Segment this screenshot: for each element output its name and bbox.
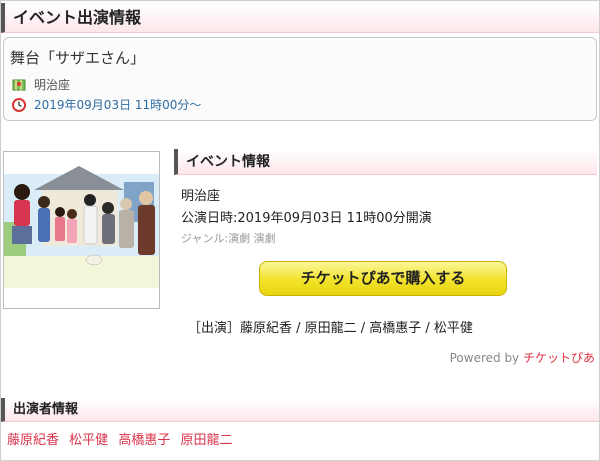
cast-link-1[interactable]: 藤原紀香	[7, 433, 59, 448]
cast-line: ［出演］藤原紀香 / 原田龍二 / 高橋惠子 / 松平健	[188, 321, 473, 336]
info-genre: ジャンル:演劇 演劇	[181, 232, 276, 245]
event-datetime: 2019年09月03日 11時00分〜	[34, 98, 202, 112]
buy-ticket-button[interactable]: チケットぴあで購入する	[259, 261, 507, 296]
powered-by: Powered by チケットぴあ	[450, 349, 595, 366]
page-title: イベント出演情報	[1, 3, 599, 33]
cast-link-4[interactable]: 原田龍二	[180, 433, 232, 448]
ticketpia-link[interactable]: チケットぴあ	[523, 351, 595, 365]
clock-icon	[12, 97, 26, 112]
venue-row: 明治座	[12, 76, 70, 93]
event-info-heading: イベント情報	[174, 149, 597, 175]
info-performance-date: 公演日時:2019年09月03日 11時00分開演	[181, 211, 432, 226]
cast-heading: 出演者情報	[1, 398, 599, 422]
event-photo	[3, 151, 160, 309]
powered-by-text: Powered by	[449, 351, 523, 365]
date-row: 2019年09月03日 11時00分〜	[12, 96, 201, 113]
venue-name: 明治座	[34, 78, 71, 92]
cast-link-2[interactable]: 松平健	[69, 433, 108, 448]
map-icon	[12, 78, 26, 92]
cast-links: 藤原紀香 松平健 高橋惠子 原田龍二	[7, 429, 238, 448]
cast-link-3[interactable]: 高橋惠子	[118, 433, 170, 448]
event-card: 舞台「サザエさん」 明治座 2019年09月03日 11時00分〜	[3, 37, 597, 121]
info-venue: 明治座	[181, 189, 221, 204]
event-title: 舞台「サザエさん」	[10, 49, 146, 67]
